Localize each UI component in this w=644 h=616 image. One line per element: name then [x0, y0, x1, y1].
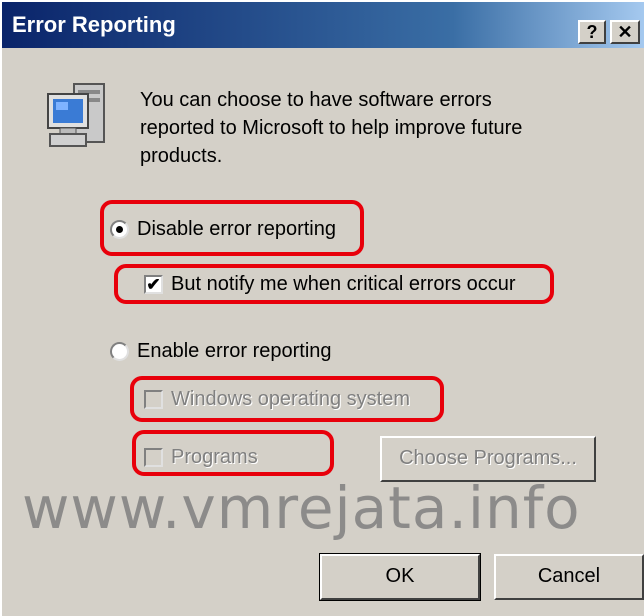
title-bar[interactable]: Error Reporting ? ✕: [2, 2, 644, 48]
checkbox-notify-critical[interactable]: ✔ But notify me when critical errors occu…: [144, 273, 516, 296]
programs-label: Programs: [171, 446, 258, 469]
close-button[interactable]: ✕: [610, 20, 640, 44]
windows-label: Windows operating system: [171, 388, 410, 411]
cancel-button[interactable]: Cancel: [494, 554, 644, 600]
help-button[interactable]: ?: [578, 20, 606, 44]
checkbox-windows-os[interactable]: Windows operating system: [144, 388, 410, 411]
checkbox-disabled[interactable]: [144, 390, 163, 410]
radio-button-unselected[interactable]: [110, 342, 129, 362]
radio-enable-reporting[interactable]: Enable error reporting: [110, 340, 332, 363]
notify-label: But notify me when critical errors occur: [171, 273, 516, 296]
checkbox-disabled[interactable]: [144, 448, 163, 468]
computer-icon: [47, 83, 105, 147]
watermark-text: www.vmrejata.info: [22, 474, 581, 542]
radio-button-selected[interactable]: [110, 220, 129, 240]
enable-label: Enable error reporting: [137, 340, 332, 363]
checkbox-checked[interactable]: ✔: [144, 275, 163, 295]
checkbox-programs[interactable]: Programs: [144, 446, 258, 469]
intro-text: You can choose to have software errors r…: [140, 89, 523, 167]
ok-button[interactable]: OK: [319, 553, 481, 601]
disable-label: Disable error reporting: [137, 218, 336, 241]
radio-disable-reporting[interactable]: Disable error reporting: [110, 218, 336, 241]
error-reporting-dialog: Error Reporting ? ✕ You can choose to ha…: [0, 0, 644, 616]
window-title: Error Reporting: [12, 12, 176, 37]
